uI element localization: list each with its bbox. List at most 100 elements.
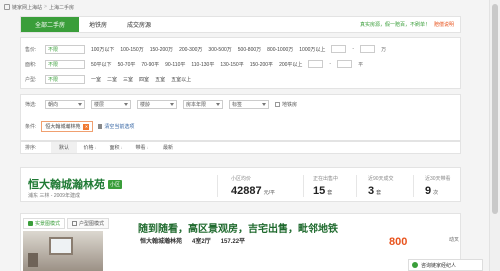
- area-option[interactable]: 200平以上: [279, 61, 302, 68]
- price-option[interactable]: 1000万以上: [299, 46, 325, 53]
- deals-number: 3: [368, 185, 375, 197]
- photo-window: [49, 237, 73, 255]
- area-option[interactable]: 70-90平: [141, 61, 159, 68]
- breadcrumb-item[interactable]: 上海二手房: [49, 4, 74, 11]
- floor-select[interactable]: 楼层: [91, 100, 131, 109]
- visits-number: 9: [425, 185, 432, 197]
- tab-floorplan-mode[interactable]: 户型图模式: [67, 218, 110, 229]
- clear-conditions-label: 清空当前选项: [104, 124, 135, 130]
- price-option[interactable]: 150-200万: [150, 46, 173, 53]
- layout-option[interactable]: 二室: [107, 76, 117, 83]
- area-option[interactable]: 110-130平: [191, 61, 214, 68]
- select-value: 楼层: [94, 102, 105, 108]
- deed-years-select[interactable]: 房本年限: [183, 100, 223, 109]
- close-icon[interactable]: ✕: [83, 123, 90, 130]
- listing-photo[interactable]: [23, 231, 103, 271]
- promo-link[interactable]: 赔偿说明: [434, 21, 454, 28]
- view-mode-tabs: 实景图模式 户型图模式: [23, 218, 110, 229]
- tab-sold-listings[interactable]: 成交房源: [117, 17, 161, 32]
- sort-default[interactable]: 默认: [51, 142, 77, 153]
- area-option[interactable]: 不限: [45, 59, 85, 69]
- price-max-input[interactable]: [360, 45, 376, 53]
- layout-option[interactable]: 四室: [139, 76, 149, 83]
- deals-value: 3套: [368, 185, 394, 197]
- sort-visits[interactable]: 带看 ↓: [129, 144, 155, 151]
- area-unit: 平: [358, 61, 364, 68]
- deals-unit: 套: [376, 190, 382, 196]
- price-option[interactable]: 不限: [45, 44, 85, 54]
- price-min-input[interactable]: [331, 45, 347, 53]
- sort-newest[interactable]: 最新: [155, 144, 181, 151]
- price-option[interactable]: 800-1000万: [267, 46, 293, 53]
- avg-price-unit: 元/平: [263, 190, 275, 196]
- tab-photo-mode[interactable]: 实景图模式: [23, 218, 66, 229]
- area-max-input[interactable]: [337, 60, 353, 68]
- breadcrumb-item[interactable]: 链家网上海站: [12, 4, 42, 11]
- scrollbar-thumb[interactable]: [492, 4, 498, 214]
- price-option[interactable]: 200-300万: [179, 46, 202, 53]
- avg-price-number: 42887: [231, 185, 262, 197]
- filter-select-row: 筛选: 朝向 楼层 楼龄 房本年限 标签 地铁房: [25, 100, 297, 109]
- sort-visits-label: 带看: [135, 145, 146, 151]
- layout-option[interactable]: 一室: [91, 76, 101, 83]
- filter-panel: 售价: 不限 100万以下 100-150万 150-200万 200-300万…: [20, 37, 461, 89]
- community-badge: 小区: [108, 179, 123, 189]
- area-option[interactable]: 50-70平: [118, 61, 136, 68]
- photo-icon: [28, 221, 33, 226]
- condition-tag[interactable]: 恒大翰城瀚林苑 ✕: [41, 121, 94, 132]
- metro-checkbox[interactable]: 地铁房: [275, 101, 297, 108]
- orientation-select[interactable]: 朝向: [45, 100, 85, 109]
- area-min-input[interactable]: [308, 60, 324, 68]
- area-option[interactable]: 150-200平: [250, 61, 273, 68]
- clear-conditions-button[interactable]: 清空当前选项: [98, 123, 134, 130]
- chevron-down-icon: [216, 103, 220, 106]
- visits-stat: 近30天带看 9次: [425, 175, 451, 197]
- home-icon[interactable]: [4, 4, 10, 10]
- listing-community[interactable]: 恒大翰城瀚林苑: [140, 236, 182, 245]
- more-filters-label: 筛选:: [25, 102, 37, 108]
- avg-price-label: 小区均价: [231, 176, 252, 182]
- community-card: 恒大翰城瀚林苑 小区 浦东 三林 - 2009年建成 小区均价 42887 元/平…: [20, 167, 461, 202]
- area-option[interactable]: 50平以下: [91, 61, 112, 68]
- price-option[interactable]: 100-150万: [120, 46, 143, 53]
- price-option[interactable]: 300-500万: [208, 46, 231, 53]
- layout-option[interactable]: 五室以上: [171, 76, 191, 83]
- more-filters-panel: 筛选: 朝向 楼层 楼龄 房本年限 标签 地铁房 条件: 恒大翰城瀚林苑 ✕ 清…: [20, 94, 461, 141]
- on-sale-unit: 套: [327, 190, 333, 196]
- price-option[interactable]: 500-800万: [238, 46, 261, 53]
- checkbox-box[interactable]: [275, 102, 280, 107]
- chat-agent-button[interactable]: 咨询链家经纪人: [408, 259, 483, 271]
- conditions-label: 条件:: [25, 124, 37, 130]
- layout-option[interactable]: 不限: [45, 74, 85, 84]
- select-value: 朝向: [48, 102, 59, 108]
- sort-newest-label: 最新: [162, 145, 173, 151]
- sort-area[interactable]: 面积 ↓: [103, 144, 129, 151]
- area-option[interactable]: 130-150平: [220, 61, 243, 68]
- avg-price-value: 42887 元/平: [231, 185, 275, 197]
- price-filter-row: 售价: 不限 100万以下 100-150万 150-200万 200-300万…: [25, 44, 386, 54]
- on-sale-value: 15 套: [313, 185, 338, 197]
- sort-price[interactable]: 价格 ↓: [77, 144, 103, 151]
- chevron-down-icon: [170, 103, 174, 106]
- area-option[interactable]: 90-110平: [165, 61, 185, 68]
- listing-area: 157.22平: [220, 239, 246, 245]
- visits-label: 近30天带看: [425, 176, 451, 182]
- price-option[interactable]: 100万以下: [91, 46, 114, 53]
- listing-layout: 4室2厅: [192, 239, 211, 245]
- layout-option[interactable]: 五室: [155, 76, 165, 83]
- active-conditions: 条件: 恒大翰城瀚林苑 ✕ 清空当前选项: [25, 121, 134, 132]
- on-sale-number: 15: [313, 185, 326, 197]
- category-tabs: 全部二手房 地铁房 成交房源 真实房源，假一赔百，不刷单！ 赔偿说明: [20, 16, 461, 33]
- select-value: 房本年限: [186, 102, 207, 108]
- checkbox-label: 地铁房: [282, 102, 298, 108]
- listing-title[interactable]: 随到随看，高区景观房，吉宅出售，毗邻地铁: [138, 220, 338, 235]
- community-name[interactable]: 恒大翰城瀚林苑 小区: [28, 176, 123, 192]
- building-age-select[interactable]: 楼龄: [137, 100, 177, 109]
- layout-option[interactable]: 三室: [123, 76, 133, 83]
- tab-metro-homes[interactable]: 地铁房: [79, 17, 117, 32]
- photo-furniture: [28, 253, 38, 267]
- tag-select[interactable]: 标签: [229, 100, 269, 109]
- tab-all-second-hand[interactable]: 全部二手房: [21, 17, 79, 32]
- floorplan-icon: [72, 221, 78, 226]
- page-scrollbar[interactable]: [489, 0, 500, 271]
